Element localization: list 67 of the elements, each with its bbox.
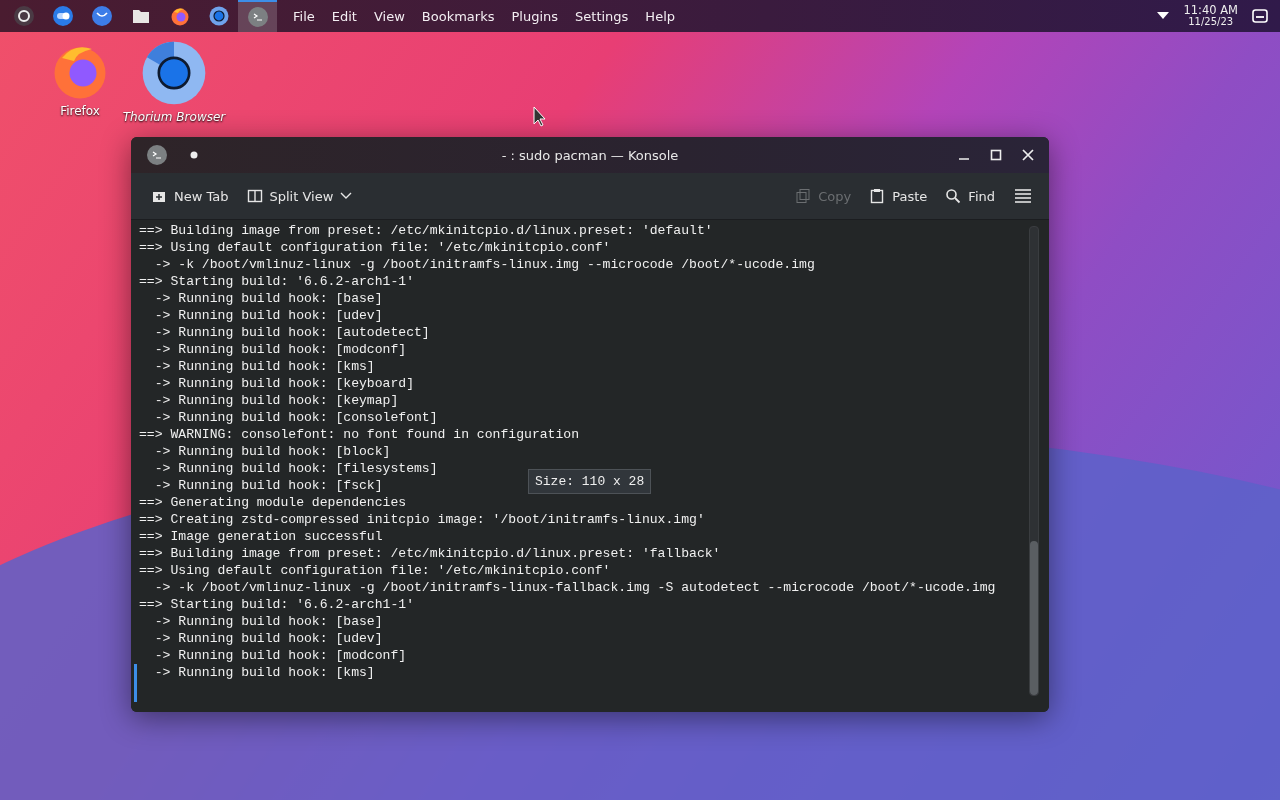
terminal-line: -> Running build hook: [modconf] bbox=[153, 647, 407, 664]
clock-time: 11:40 AM bbox=[1183, 5, 1238, 17]
close-icon[interactable] bbox=[1021, 148, 1035, 162]
find-button[interactable]: Find bbox=[939, 184, 1001, 208]
new-tab-button[interactable]: New Tab bbox=[145, 184, 235, 208]
terminal-line: ==> Starting build: '6.6.2-arch1-1' bbox=[139, 596, 414, 613]
terminal-line: -> Running build hook: [base] bbox=[153, 613, 383, 630]
size-tooltip: Size: 110 x 28 bbox=[528, 469, 652, 494]
maximize-icon[interactable] bbox=[989, 148, 1003, 162]
menu-item[interactable]: Help bbox=[645, 8, 675, 24]
split-button[interactable]: Split View bbox=[240, 184, 359, 208]
terminal-line: -> Running build hook: [keymap] bbox=[153, 392, 399, 409]
folder-icon bbox=[131, 8, 150, 24]
caret-icon[interactable] bbox=[1157, 12, 1170, 20]
terminal-icon[interactable] bbox=[147, 145, 167, 165]
terminal-line: ==> Building image from preset: /etc/mkinitcpio.d/linux.preset: 'fallback' bbox=[139, 545, 721, 562]
desktop-icon-label[interactable]: Firefox bbox=[60, 104, 100, 118]
terminal-line: -> Running build hook: [base] bbox=[153, 290, 383, 307]
terminal-icon bbox=[247, 7, 268, 27]
terminal-line: -> Running build hook: [udev] bbox=[153, 630, 383, 647]
terminal-line: ==> Building image from preset: /etc/mkinitcpio.d/linux.preset: 'default' bbox=[139, 222, 713, 239]
menu-item[interactable]: Bookmarks bbox=[421, 8, 495, 24]
menu-item[interactable]: Settings bbox=[575, 8, 629, 24]
terminal-line: ==> Using default configuration file: '/etc/mkinitcpio.conf' bbox=[139, 562, 611, 579]
terminal-line: -> Running build hook: [modconf] bbox=[153, 341, 407, 358]
menu-item[interactable]: File bbox=[293, 8, 315, 24]
terminal-line: -> Running build hook: [block] bbox=[153, 443, 391, 460]
clock-date: 11/25/23 bbox=[1188, 16, 1234, 27]
terminal-line: -> Running build hook: [keyboard] bbox=[153, 375, 414, 392]
split-view-icon bbox=[246, 188, 263, 204]
toggle-icon bbox=[52, 6, 73, 26]
menu-item[interactable]: View bbox=[373, 8, 405, 24]
mail-icon bbox=[91, 6, 112, 26]
menu-item[interactable]: Plugins bbox=[511, 8, 559, 24]
launcher-circle-icon bbox=[13, 6, 34, 26]
terminal-line: -> -k /boot/vmlinuz-linux -g /boot/initramfs-linux-fallback.img -S autodetect --microcode /boot/*-ucode.img bbox=[153, 579, 996, 596]
paste-button[interactable]: Paste bbox=[863, 184, 934, 208]
copy-icon bbox=[795, 188, 812, 204]
terminal-line: -> Running build hook: [udev] bbox=[153, 307, 383, 324]
show-desktop-icon[interactable] bbox=[1252, 9, 1268, 23]
menu-icon[interactable] bbox=[1015, 189, 1031, 203]
search-icon bbox=[945, 188, 962, 204]
terminal-line: ==> Image generation successful bbox=[139, 528, 383, 545]
terminal-line: -> Running build hook: [autodetect] bbox=[153, 324, 430, 341]
terminal-line: ==> Creating zstd-compressed initcpio image: '/boot/initramfs-linux.img' bbox=[139, 511, 705, 528]
terminal-line: -> Running build hook: [kms] bbox=[153, 664, 375, 681]
scrollbar[interactable] bbox=[1029, 226, 1039, 696]
clipboard-icon bbox=[869, 188, 886, 204]
terminal-line: ==> Starting build: '6.6.2-arch1-1' bbox=[139, 273, 414, 290]
firefox-icon bbox=[169, 6, 190, 26]
chevron-down-icon bbox=[340, 192, 353, 200]
terminal-line: -> -k /boot/vmlinuz-linux -g /boot/initramfs-linux.img --microcode /boot/*-ucode.img bbox=[153, 256, 815, 273]
terminal-line: -> Running build hook: [fsck] bbox=[153, 477, 383, 494]
terminal-line: ==> Generating module dependencies bbox=[139, 494, 407, 511]
mouse-cursor-icon bbox=[533, 106, 547, 128]
browser-icon bbox=[208, 6, 229, 26]
terminal-line: -> Running build hook: [consolefont] bbox=[153, 409, 438, 426]
terminal-line: ==> WARNING: consolefont: no font found in configuration bbox=[139, 426, 580, 443]
menu-item[interactable]: Edit bbox=[331, 8, 357, 24]
terminal-line: ==> Using default configuration file: '/etc/mkinitcpio.conf' bbox=[139, 239, 611, 256]
terminal-line: -> Running build hook: [kms] bbox=[153, 358, 375, 375]
desktop-icon-label[interactable]: Thorium Browser bbox=[122, 110, 226, 124]
browser-icon[interactable] bbox=[141, 40, 207, 106]
window-title: - : sudo pacman — Konsole bbox=[501, 147, 679, 163]
scrollbar-thumb[interactable] bbox=[1030, 541, 1038, 695]
terminal-line: -> Running build hook: [filesystems] bbox=[153, 460, 438, 477]
pin-dot-icon[interactable] bbox=[189, 150, 199, 160]
